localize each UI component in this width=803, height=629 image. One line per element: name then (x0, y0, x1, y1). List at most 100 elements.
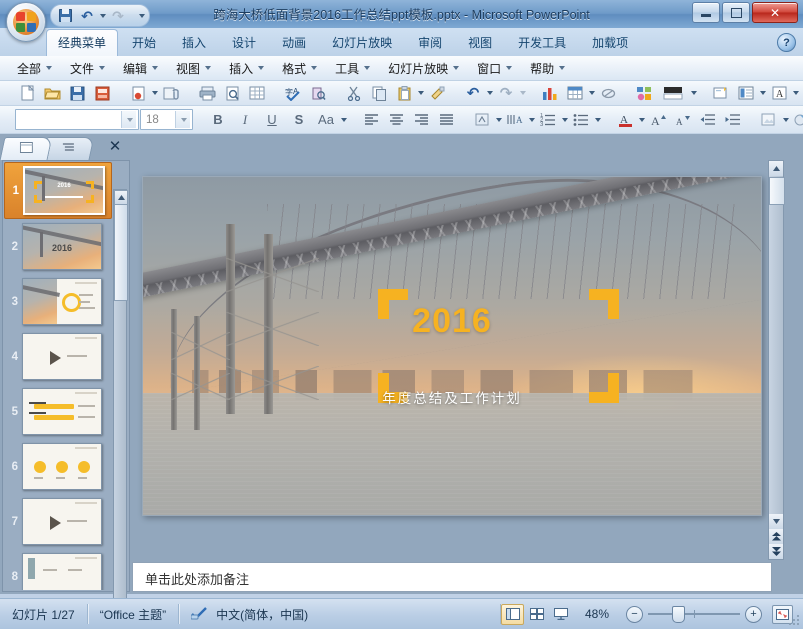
align-left-button[interactable] (359, 108, 383, 131)
tab-review[interactable]: 审阅 (406, 29, 454, 56)
slides-tab[interactable] (0, 137, 53, 160)
tab-slideshow[interactable]: 幻灯片放映 (320, 29, 404, 56)
color-scheme-button[interactable] (790, 108, 803, 131)
font-color-button[interactable]: A (613, 108, 637, 131)
shape-fill-button[interactable] (657, 82, 689, 105)
decrease-indent-button[interactable] (696, 108, 720, 131)
chevron-down-icon[interactable] (341, 117, 347, 122)
chevron-down-icon[interactable] (793, 91, 799, 95)
notes-pane[interactable]: 单击此处添加备注 (132, 562, 772, 592)
align-justify-button[interactable] (434, 108, 458, 131)
slide-layout-button[interactable] (734, 82, 758, 105)
normal-view-button[interactable] (501, 603, 524, 625)
scroll-down-icon[interactable] (769, 514, 783, 529)
shrink-font-button[interactable]: A (671, 108, 695, 131)
permission-button[interactable] (126, 82, 150, 105)
zoom-track[interactable] (648, 606, 740, 623)
slide-thumbnail-5[interactable]: 5 (4, 384, 112, 439)
line-spacing-button[interactable]: A (503, 108, 527, 131)
increase-indent-button[interactable] (721, 108, 745, 131)
cut-button[interactable] (342, 82, 366, 105)
chevron-down-icon[interactable] (760, 91, 766, 95)
grow-font-button[interactable]: A (646, 108, 670, 131)
attachment-button[interactable] (159, 82, 183, 105)
slide-design-button[interactable] (757, 108, 781, 131)
next-slide-button[interactable] (769, 544, 783, 559)
tab-classic-menu[interactable]: 经典菜单 (46, 29, 119, 56)
font-size-combo[interactable]: 18 (140, 109, 193, 130)
current-slide[interactable]: 2016 年度总结及工作计划 (142, 176, 762, 516)
chevron-down-icon[interactable] (639, 117, 645, 122)
chevron-down-icon[interactable] (529, 117, 535, 122)
tab-developer[interactable]: 开发工具 (506, 29, 578, 56)
zoom-out-button[interactable]: − (626, 605, 643, 623)
print-preview-button[interactable] (220, 82, 244, 105)
slide-thumbnail-6[interactable]: 6 (4, 439, 112, 494)
slide-sorter-button[interactable] (525, 604, 548, 625)
underline-button[interactable]: U (259, 108, 285, 131)
slide-thumbnail-4[interactable]: 4 (4, 329, 112, 384)
italic-button[interactable]: I (232, 108, 258, 131)
slide-thumbnail-7[interactable]: 7 (4, 494, 112, 549)
theme-name[interactable]: “Office 主题” (88, 604, 180, 624)
chevron-down-icon[interactable] (152, 91, 158, 95)
save-button[interactable] (55, 7, 75, 25)
insert-table-grid-button[interactable] (245, 82, 269, 105)
text-style-button[interactable]: A (767, 82, 791, 105)
undo-toolbar-button[interactable]: ↶ (461, 82, 485, 105)
chevron-down-icon[interactable] (520, 91, 526, 95)
close-button[interactable]: ✕ (752, 2, 798, 23)
tab-design[interactable]: 设计 (220, 29, 268, 56)
customize-qat-icon[interactable] (139, 13, 145, 18)
menu-view[interactable]: 视图 (167, 57, 220, 80)
chevron-down-icon[interactable] (691, 91, 697, 95)
redo-button[interactable]: ↷ (108, 7, 128, 25)
tab-home[interactable]: 开始 (120, 29, 168, 56)
slide-scrollbar[interactable] (768, 160, 785, 560)
spelling-check-button[interactable]: 字A (281, 82, 305, 105)
menu-file[interactable]: 文件 (61, 57, 114, 80)
chevron-down-icon[interactable] (595, 117, 601, 122)
minimize-button[interactable] (692, 2, 720, 23)
slide-thumbnail-8[interactable]: 8 (4, 549, 112, 590)
research-button[interactable] (306, 82, 330, 105)
chevron-down-icon[interactable] (562, 117, 568, 122)
insert-chart-button[interactable] (538, 82, 562, 105)
help-icon[interactable]: ? (777, 33, 796, 52)
scrollbar-thumb[interactable] (114, 204, 128, 301)
copy-button[interactable] (367, 82, 391, 105)
tab-animations[interactable]: 动画 (270, 29, 318, 56)
open-folder-button[interactable] (40, 82, 64, 105)
text-direction-button[interactable] (470, 108, 494, 131)
tab-view[interactable]: 视图 (456, 29, 504, 56)
zoom-slider[interactable]: − + (622, 605, 766, 623)
new-slide-button[interactable] (709, 82, 733, 105)
menu-edit[interactable]: 编辑 (114, 57, 167, 80)
slide-subtitle[interactable]: 年度总结及工作计划 (143, 387, 761, 407)
chevron-down-icon[interactable] (487, 91, 493, 95)
bold-button[interactable]: B (205, 108, 231, 131)
chevron-down-icon[interactable] (418, 91, 424, 95)
scroll-up-icon[interactable] (769, 161, 783, 176)
slide-thumbnail-3[interactable]: 3 (4, 274, 112, 329)
save-toolbar-button[interactable] (65, 82, 89, 105)
align-center-button[interactable] (384, 108, 408, 131)
font-name-combo[interactable] (15, 109, 139, 130)
zoom-in-button[interactable]: + (745, 605, 762, 623)
align-right-button[interactable] (409, 108, 433, 131)
slideshow-button[interactable] (549, 604, 572, 625)
insert-table-button[interactable] (563, 82, 587, 105)
paste-button[interactable] (392, 82, 416, 105)
slide-thumbnail-1[interactable]: 1 2016 (4, 162, 112, 219)
slide-title-year[interactable]: 2016 (143, 302, 761, 341)
menu-window[interactable]: 窗口 (468, 57, 521, 80)
hyperlink-button[interactable] (596, 82, 620, 105)
maximize-button[interactable] (722, 2, 750, 23)
font-name-dropdown-icon[interactable] (121, 111, 136, 128)
redo-toolbar-button[interactable]: ↷ (494, 82, 518, 105)
change-case-button[interactable]: Aa (313, 108, 339, 131)
chevron-down-icon[interactable] (496, 117, 502, 122)
shadow-button[interactable]: S (286, 108, 312, 131)
numbered-list-button[interactable]: 123 (536, 108, 560, 131)
save-as-button[interactable] (90, 82, 114, 105)
